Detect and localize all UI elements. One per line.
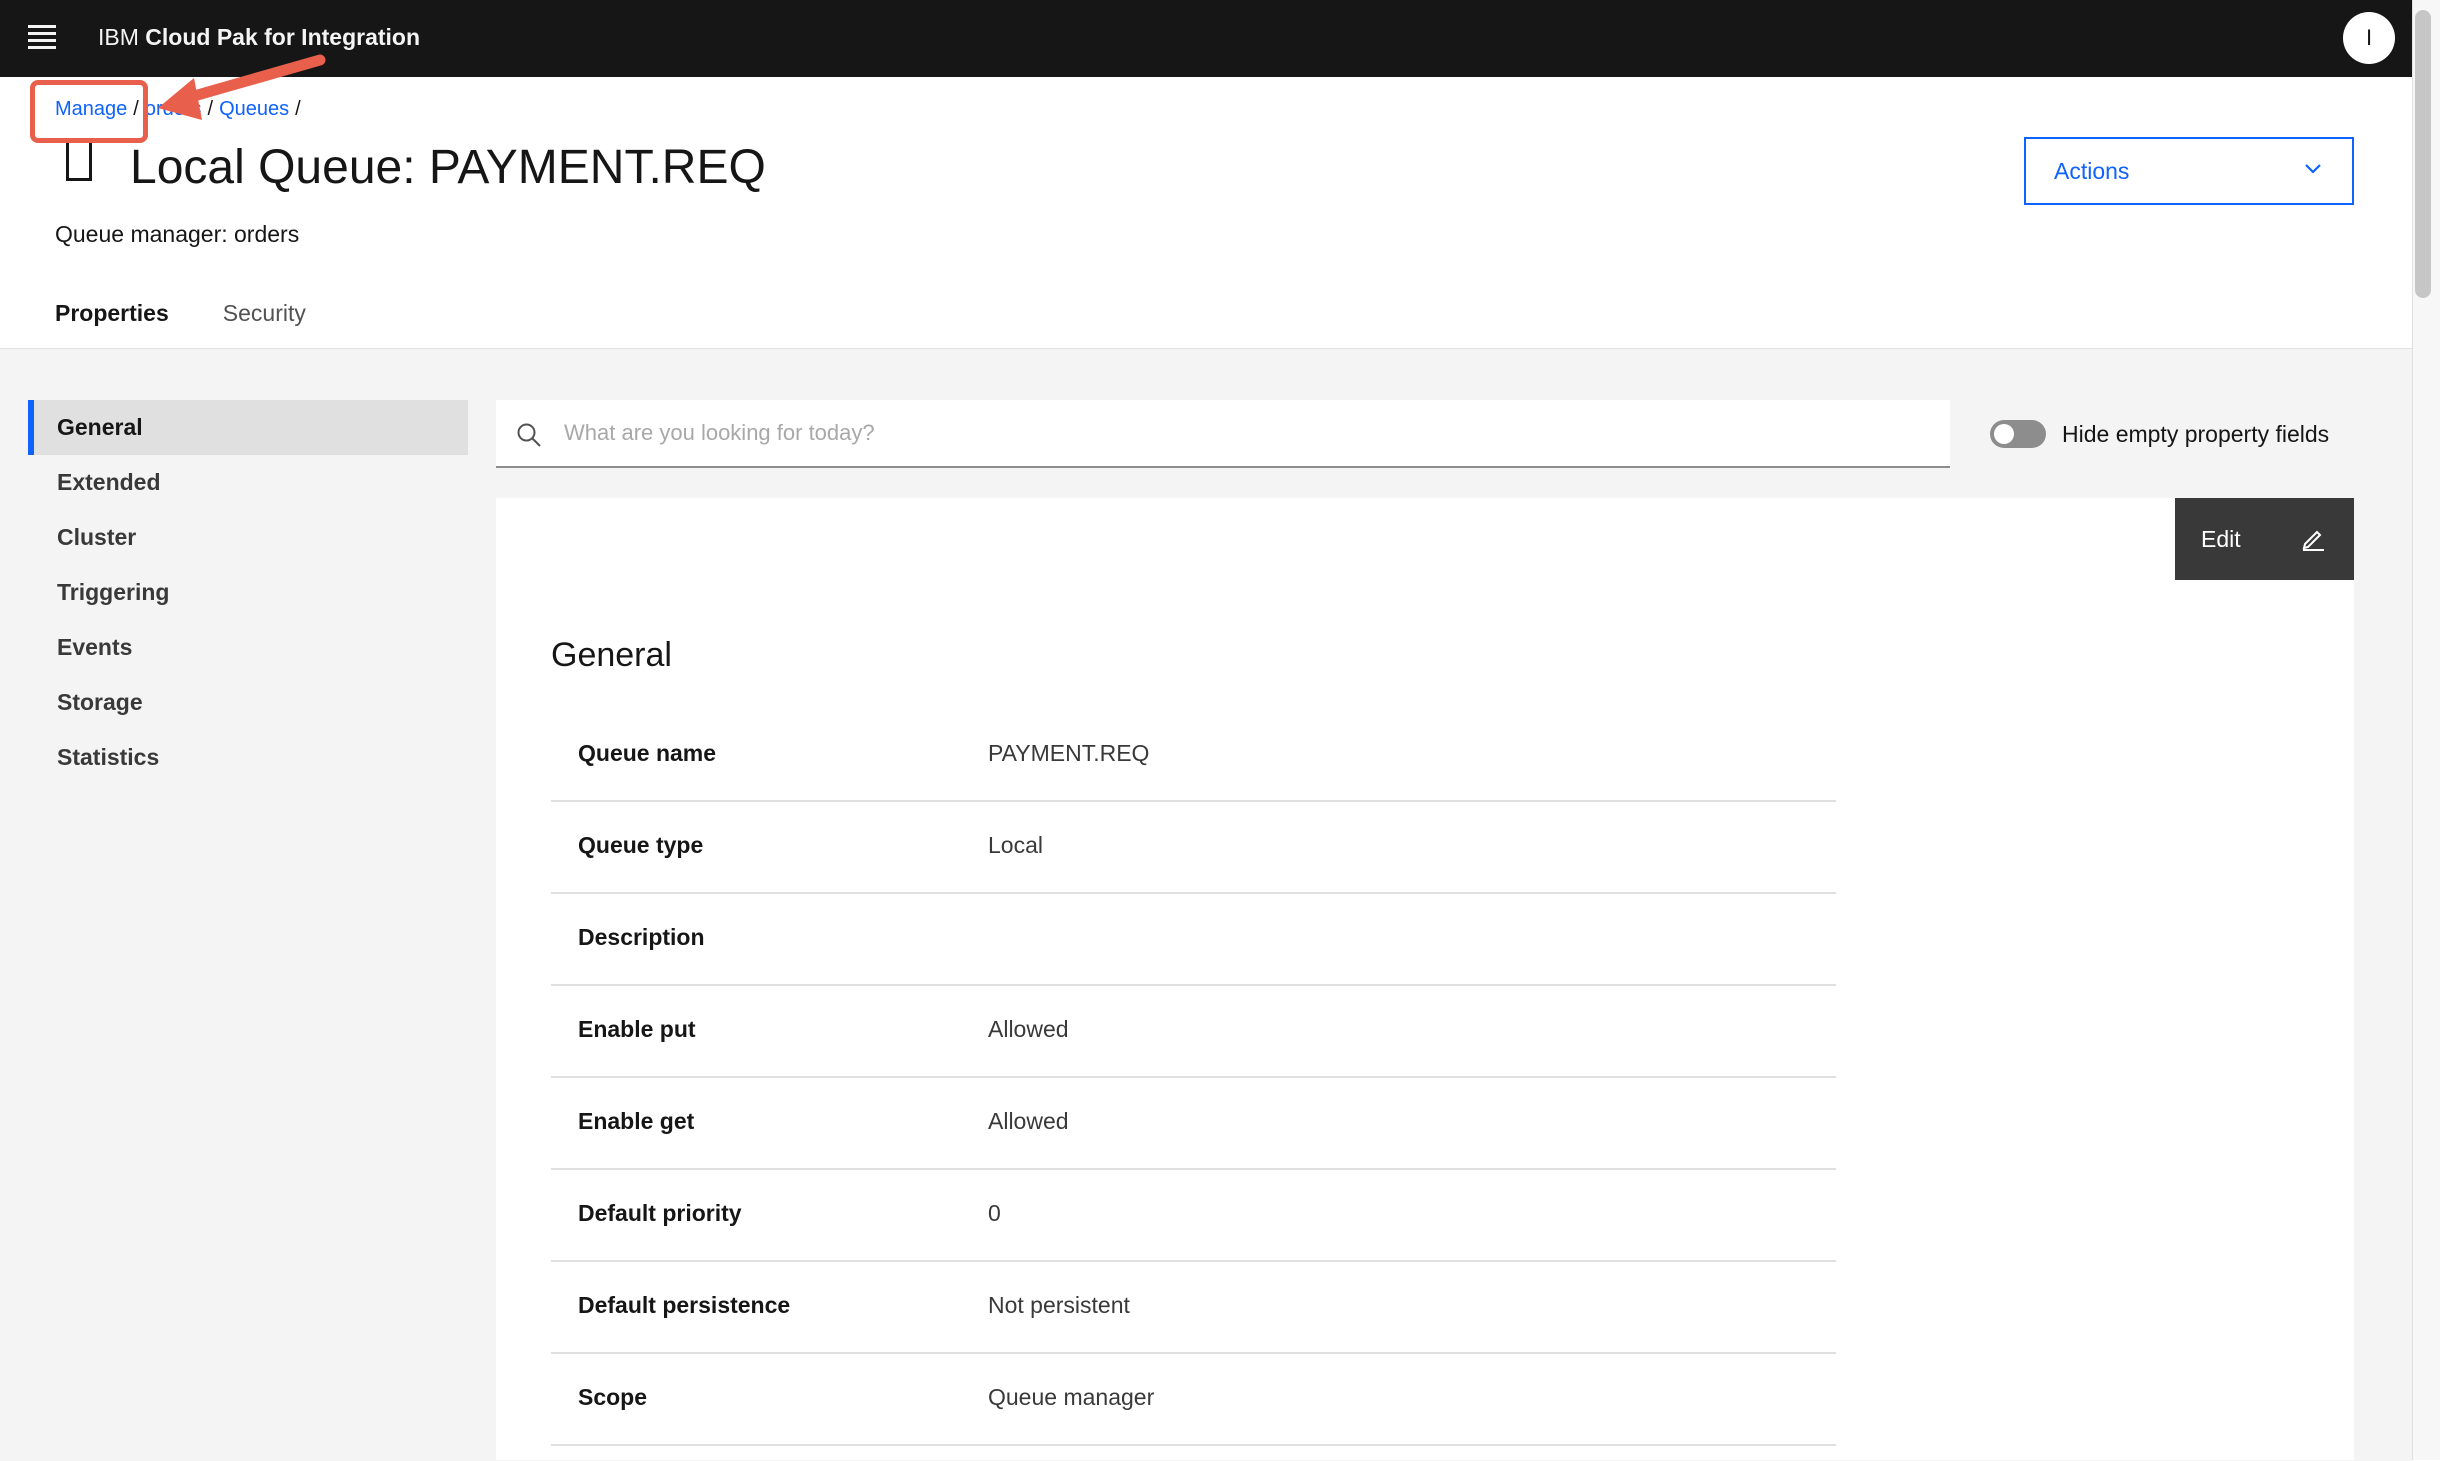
property-value: Not persistent [988, 1292, 1130, 1318]
edit-button[interactable]: Edit [2175, 498, 2354, 580]
queue-manager-subtitle: Queue manager: orders [55, 221, 300, 247]
annotation-arrow-icon [158, 54, 326, 120]
property-value: PAYMENT.REQ [988, 740, 1150, 766]
section-title: General [551, 636, 672, 674]
page-title: Local Queue: PAYMENT.REQ [130, 141, 766, 194]
app-title[interactable]: IBM Cloud Pak for Integration [98, 24, 420, 51]
hide-empty-fields-toggle[interactable] [1990, 420, 2046, 448]
property-row: Scope Queue manager [551, 1354, 1836, 1446]
nav-item-triggering[interactable]: Triggering [28, 565, 468, 620]
queue-icon [66, 143, 92, 181]
property-key: Enable get [578, 1108, 695, 1134]
nav-item-extended[interactable]: Extended [28, 455, 468, 510]
nav-item-events[interactable]: Events [28, 620, 468, 675]
search-icon [517, 423, 541, 447]
nav-item-cluster[interactable]: Cluster [28, 510, 468, 565]
property-value: Allowed [988, 1108, 1069, 1134]
property-key: Enable put [578, 1016, 696, 1042]
hide-empty-toggle-group: Hide empty property fields [1990, 420, 2329, 448]
property-row: Enable get Allowed [551, 1078, 1836, 1170]
property-row: Default priority 0 [551, 1170, 1836, 1262]
brand-prefix: IBM [98, 24, 139, 50]
property-value: Allowed [988, 1016, 1069, 1042]
nav-item-statistics[interactable]: Statistics [28, 730, 468, 785]
nav-item-storage[interactable]: Storage [28, 675, 468, 730]
menu-icon[interactable] [28, 25, 56, 49]
toggle-knob [1994, 424, 2014, 444]
property-key: Default priority [578, 1200, 742, 1226]
property-row: Queue name PAYMENT.REQ [551, 710, 1836, 802]
top-navigation-bar: IBM Cloud Pak for Integration I [0, 0, 2412, 77]
annotation-highlight-box [30, 80, 148, 143]
scrollbar-thumb[interactable] [2415, 10, 2431, 298]
actions-label: Actions [2054, 157, 2130, 184]
toggle-label: Hide empty property fields [2062, 420, 2330, 447]
tab-list: Properties Security [28, 280, 333, 352]
property-key: Queue name [578, 740, 717, 766]
brand-name: Cloud Pak for Integration [145, 24, 421, 50]
chevron-down-icon [2305, 164, 2321, 174]
property-key: Description [578, 924, 705, 950]
property-key: Default persistence [578, 1292, 791, 1318]
actions-dropdown[interactable]: Actions [2024, 137, 2354, 205]
property-value: 0 [988, 1200, 1001, 1226]
properties-table: Queue name PAYMENT.REQ Queue type Local … [551, 710, 1836, 1446]
edit-label: Edit [2201, 525, 2241, 552]
property-row: Enable put Allowed [551, 986, 1836, 1078]
user-avatar[interactable]: I [2343, 12, 2395, 64]
property-section-nav: General Extended Cluster Triggering Even… [28, 400, 468, 785]
property-row: Queue type Local [551, 802, 1836, 894]
property-key: Queue type [578, 832, 704, 858]
property-search [496, 400, 1950, 468]
search-input[interactable] [562, 400, 1926, 466]
tab-properties[interactable]: Properties [28, 280, 196, 352]
edit-pencil-icon [2302, 530, 2324, 551]
tab-security[interactable]: Security [195, 280, 333, 352]
nav-item-general[interactable]: General [28, 400, 468, 455]
property-value: Local [988, 832, 1043, 858]
property-value: Queue manager [988, 1384, 1155, 1410]
property-row: Default persistence Not persistent [551, 1262, 1836, 1354]
property-key: Scope [578, 1384, 648, 1410]
property-row: Description [551, 894, 1836, 986]
